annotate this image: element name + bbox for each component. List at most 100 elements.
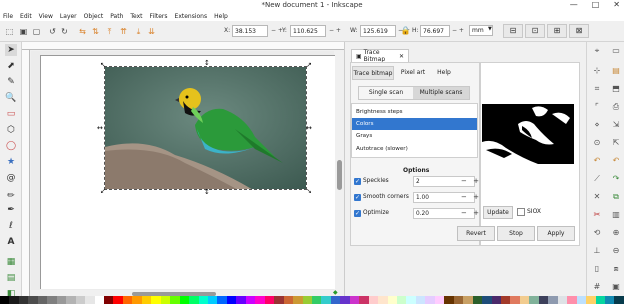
snap-guide-icon[interactable]: ⊥ bbox=[592, 246, 602, 256]
color-swatch[interactable] bbox=[264, 296, 275, 304]
node-icon[interactable]: ⬈ bbox=[5, 60, 17, 72]
color-swatch[interactable] bbox=[122, 296, 133, 304]
list-item[interactable]: Brightness steps bbox=[352, 106, 477, 118]
snap-enable-icon[interactable]: ⌖ bbox=[592, 46, 602, 56]
color-swatch[interactable] bbox=[160, 296, 171, 304]
h-stepper[interactable]: − + bbox=[452, 27, 464, 34]
color-swatch[interactable] bbox=[85, 296, 95, 304]
color-swatch[interactable] bbox=[378, 296, 388, 304]
resize-handle-e[interactable]: ↔ bbox=[306, 125, 312, 132]
color-swatch[interactable] bbox=[397, 296, 407, 304]
scale-corners-icon[interactable]: ⊡ bbox=[525, 24, 545, 38]
color-swatch[interactable] bbox=[311, 296, 322, 304]
list-item[interactable]: Grays bbox=[352, 130, 477, 142]
smooth-corners-checkbox[interactable]: ✓ bbox=[354, 194, 361, 201]
h-input[interactable]: 76.697 bbox=[420, 25, 450, 37]
group-icon[interactable]: ▣ bbox=[611, 282, 621, 292]
close-icon[interactable]: ✕ bbox=[399, 53, 404, 60]
color-swatch[interactable] bbox=[103, 296, 114, 304]
color-swatch[interactable] bbox=[94, 296, 104, 304]
color-swatch[interactable] bbox=[151, 296, 161, 304]
list-item[interactable]: Colors bbox=[352, 118, 477, 130]
pen-icon[interactable]: ✒ bbox=[5, 204, 17, 216]
color-swatch[interactable] bbox=[425, 296, 435, 304]
paste-icon[interactable]: ▥ bbox=[611, 210, 621, 220]
color-swatch[interactable] bbox=[245, 296, 256, 304]
snap-paths-icon[interactable]: ⟋ bbox=[592, 174, 602, 184]
resize-handle-nw[interactable]: ↖ bbox=[100, 62, 106, 69]
color-swatch[interactable] bbox=[576, 296, 587, 304]
color-swatch[interactable] bbox=[406, 296, 416, 304]
update-button[interactable]: Update bbox=[483, 206, 513, 219]
color-swatch[interactable] bbox=[519, 296, 530, 304]
menu-file[interactable]: File bbox=[3, 13, 13, 20]
tab-help[interactable]: Help bbox=[432, 66, 456, 80]
snap-edges-icon[interactable]: ⌗ bbox=[592, 84, 602, 94]
scale-stroke-icon[interactable]: ⊟ bbox=[503, 24, 523, 38]
flip-vertical-icon[interactable]: ⇅ bbox=[90, 26, 101, 37]
color-swatch[interactable] bbox=[141, 296, 152, 304]
color-swatch[interactable] bbox=[75, 296, 86, 304]
color-swatch[interactable] bbox=[217, 296, 227, 304]
save-icon[interactable]: ⬒ bbox=[611, 84, 621, 94]
zoom-selection-icon[interactable]: ⊕ bbox=[611, 228, 621, 238]
color-swatch[interactable] bbox=[605, 296, 615, 304]
rotate-ccw-icon[interactable]: ↺ bbox=[47, 26, 58, 37]
move-patterns-icon[interactable]: ⊠ bbox=[569, 24, 589, 38]
snap-midpoints-icon[interactable]: ⋄ bbox=[592, 120, 602, 130]
color-swatch[interactable] bbox=[444, 296, 454, 304]
color-swatch[interactable] bbox=[434, 296, 445, 304]
color-swatch[interactable] bbox=[179, 296, 190, 304]
box3d-icon[interactable]: ⬡ bbox=[5, 124, 17, 136]
resize-handle-n[interactable]: ↕ bbox=[204, 60, 210, 67]
list-item[interactable]: Autotrace (slower) bbox=[352, 143, 477, 155]
move-gradients-icon[interactable]: ⊞ bbox=[547, 24, 567, 38]
raise-icon[interactable]: ⤒ bbox=[104, 26, 115, 37]
color-swatch[interactable] bbox=[349, 296, 360, 304]
color-swatch[interactable] bbox=[132, 296, 142, 304]
color-swatch[interactable] bbox=[255, 296, 265, 304]
flip-horizontal-icon[interactable]: ⇆ bbox=[77, 26, 88, 37]
snap-toggle-icon[interactable]: ◆ bbox=[333, 289, 341, 296]
menu-filters[interactable]: Filters bbox=[150, 13, 168, 20]
x-input[interactable]: 38.153 bbox=[232, 25, 268, 37]
color-swatch[interactable] bbox=[482, 296, 492, 304]
menu-view[interactable]: View bbox=[39, 13, 53, 20]
menu-path[interactable]: Path bbox=[110, 13, 123, 20]
menu-object[interactable]: Object bbox=[84, 13, 104, 20]
color-swatch[interactable] bbox=[293, 296, 303, 304]
menu-extensions[interactable]: Extensions bbox=[175, 13, 208, 20]
export-icon[interactable]: ⇱ bbox=[611, 138, 621, 148]
resize-handle-se[interactable]: ↘ bbox=[306, 188, 312, 195]
siox-checkbox[interactable] bbox=[517, 208, 525, 216]
color-swatch[interactable] bbox=[302, 296, 312, 304]
snap-centers-icon[interactable]: ⊙ bbox=[592, 138, 602, 148]
eraser-icon[interactable]: ▤ bbox=[5, 272, 17, 284]
color-swatch[interactable] bbox=[415, 296, 426, 304]
color-swatch[interactable] bbox=[226, 296, 237, 304]
minimize-button[interactable]: — bbox=[570, 0, 578, 9]
color-swatch[interactable] bbox=[56, 296, 67, 304]
w-input[interactable]: 125.619 bbox=[360, 25, 396, 37]
tab-pixel-art[interactable]: Pixel art bbox=[398, 66, 428, 80]
color-swatch[interactable] bbox=[368, 296, 379, 304]
color-swatch[interactable] bbox=[595, 296, 605, 304]
spray-icon[interactable]: ▦ bbox=[5, 256, 17, 268]
color-swatch[interactable] bbox=[274, 296, 284, 304]
color-swatch[interactable] bbox=[0, 296, 10, 304]
snap-bbox-icon[interactable]: ⊹ bbox=[592, 66, 602, 76]
speckles-stepper[interactable]: − + bbox=[461, 177, 481, 185]
menu-help[interactable]: Help bbox=[214, 13, 228, 20]
color-swatch[interactable] bbox=[283, 296, 294, 304]
color-swatch[interactable] bbox=[18, 296, 29, 304]
smooth-corners-stepper[interactable]: − + bbox=[461, 193, 481, 201]
color-swatch[interactable] bbox=[113, 296, 123, 304]
color-swatch[interactable] bbox=[189, 296, 199, 304]
apply-button[interactable]: Apply bbox=[537, 226, 575, 241]
speckles-checkbox[interactable]: ✓ bbox=[354, 178, 361, 185]
resize-handle-w[interactable]: ↔ bbox=[97, 125, 103, 132]
zoom-drawing-icon[interactable]: ⊖ bbox=[611, 246, 621, 256]
horizontal-ruler[interactable] bbox=[22, 42, 344, 50]
rect-icon[interactable]: ▭ bbox=[5, 108, 17, 120]
color-swatch[interactable] bbox=[37, 296, 48, 304]
